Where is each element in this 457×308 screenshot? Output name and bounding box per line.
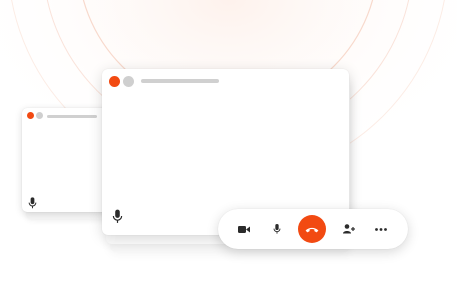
add-user-icon (343, 224, 355, 234)
end-call-icon (305, 227, 319, 232)
window-dot-red (27, 112, 34, 119)
mute-toggle-button[interactable] (262, 209, 292, 249)
add-participant-button[interactable] (334, 209, 364, 249)
video-toggle-button[interactable] (229, 209, 259, 249)
window-dot-grey (123, 76, 134, 87)
video-camera-icon (238, 225, 250, 233)
call-controls-bar (218, 209, 408, 249)
window-title-placeholder (47, 114, 97, 118)
mic-icon (28, 197, 37, 209)
end-call-button[interactable] (298, 215, 326, 243)
window-dot-grey (36, 112, 43, 119)
window-title-placeholder (141, 79, 219, 83)
window-dot-red (109, 76, 120, 87)
mic-icon (112, 209, 123, 223)
more-options-button[interactable] (366, 209, 396, 249)
mic-icon (273, 224, 281, 234)
more-options-icon (375, 227, 387, 231)
